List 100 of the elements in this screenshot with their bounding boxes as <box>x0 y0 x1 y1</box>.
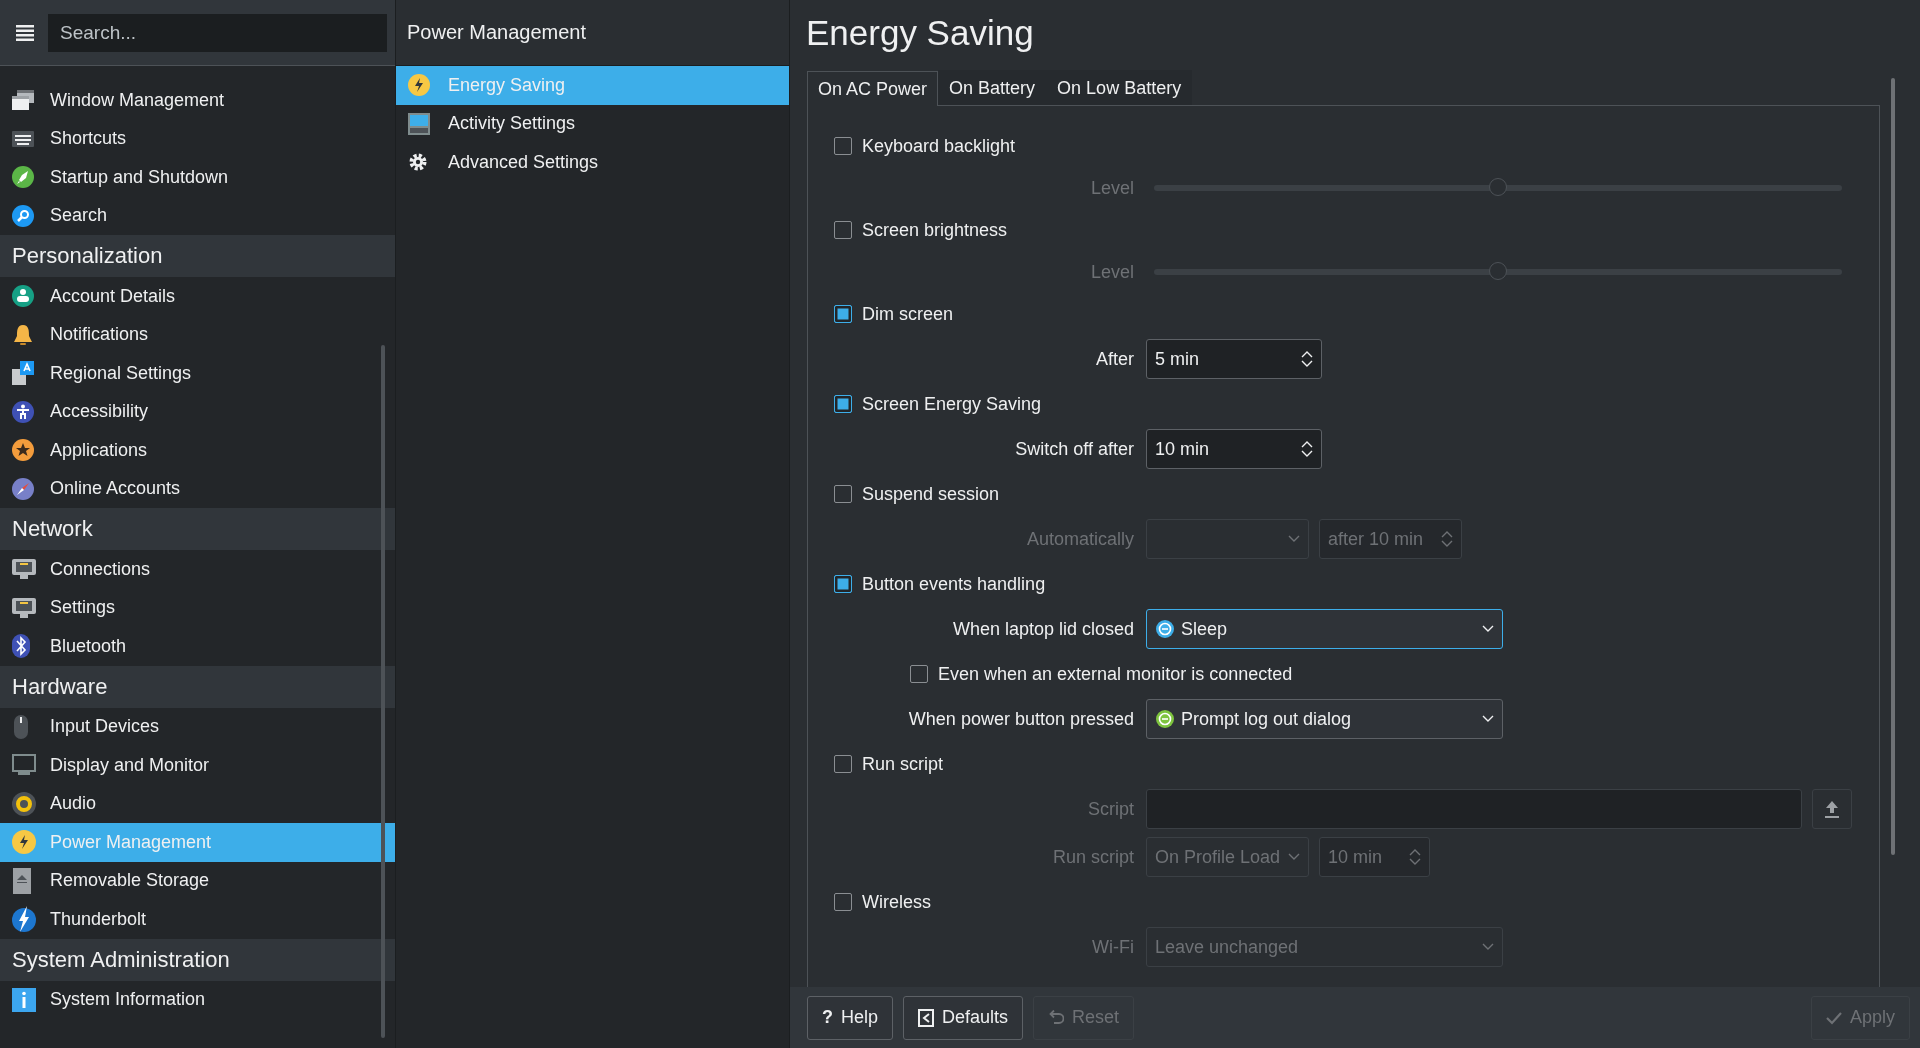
spin-arrows-icon <box>1301 350 1313 368</box>
network-icon <box>12 597 36 618</box>
checkbox[interactable] <box>834 221 852 239</box>
tab[interactable]: On Low Battery <box>1046 70 1193 105</box>
field-label: Level <box>1089 261 1134 283</box>
sidebar-item[interactable]: Thunderbolt <box>0 900 395 939</box>
sidebar-item[interactable]: Notifications <box>0 315 395 354</box>
eject-icon <box>12 867 32 894</box>
rocket-icon <box>12 166 34 189</box>
document-icon <box>12 361 34 386</box>
checkbox-label: Suspend session <box>862 483 1000 505</box>
bolt-icon <box>12 830 36 855</box>
module-item[interactable]: Advanced Settings <box>396 143 789 182</box>
category-header: Network <box>0 508 395 550</box>
lightning-icon <box>12 906 36 933</box>
info-icon <box>12 987 36 1012</box>
field-label: When power button pressed <box>907 708 1134 730</box>
tab[interactable]: On AC Power <box>807 71 939 106</box>
help-icon: ? <box>822 1007 833 1028</box>
sidebar-item[interactable]: Account Details <box>0 277 395 316</box>
checkbox[interactable] <box>834 893 852 911</box>
checkmark-icon <box>1825 1010 1842 1025</box>
chevron-down-icon <box>1288 853 1300 861</box>
gear-icon <box>408 152 428 173</box>
bell-icon <box>12 323 34 346</box>
field-label: Automatically <box>1025 528 1134 550</box>
windows-icon <box>12 89 34 112</box>
checkbox[interactable] <box>834 755 852 773</box>
defaults-icon <box>918 1008 935 1027</box>
module-item[interactable]: Activity Settings <box>396 104 789 143</box>
search-icon <box>12 204 34 227</box>
spin-arrows-icon <box>1301 440 1313 458</box>
checkbox[interactable] <box>834 395 852 413</box>
sidebar-item[interactable]: Connections <box>0 550 395 589</box>
spinbox[interactable]: 5 min <box>1146 339 1322 379</box>
tab[interactable]: On Battery <box>938 70 1047 105</box>
dropdown[interactable]: Sleep <box>1146 609 1503 649</box>
field-label: Script <box>1087 798 1134 820</box>
field-label: Wi-Fi <box>1091 936 1134 958</box>
field-label: Switch off after <box>1014 438 1134 460</box>
sidebar-item[interactable]: Window Management <box>0 81 395 120</box>
sidebar-item[interactable]: Bluetooth <box>0 627 395 666</box>
upload-icon <box>1824 800 1840 818</box>
sidebar-item[interactable]: System Information <box>0 980 395 1019</box>
checkbox-label: Screen brightness <box>862 219 1008 241</box>
checkbox[interactable] <box>834 485 852 503</box>
sidebar-item[interactable]: Shortcuts <box>0 119 395 158</box>
dropdown[interactable]: Prompt log out dialog <box>1146 699 1503 739</box>
category-header: Personalization <box>0 235 395 277</box>
checkbox-label: Button events handling <box>862 573 1046 595</box>
monitor-icon <box>12 754 36 777</box>
field-label: Level <box>1089 177 1134 199</box>
sidebar-item[interactable]: Settings <box>0 588 395 627</box>
spinbox[interactable]: 10 min <box>1146 429 1322 469</box>
field-label: Run script <box>1051 846 1134 868</box>
defaults-button[interactable]: Defaults <box>903 995 1024 1040</box>
checkbox-label: Even when an external monitor is connected <box>938 663 1293 685</box>
search-field[interactable]: Search... <box>48 13 387 52</box>
accessibility-icon <box>12 400 34 423</box>
scrollbar[interactable] <box>1891 78 1895 855</box>
spin-arrows-icon <box>1409 848 1421 866</box>
field-label: When laptop lid closed <box>951 618 1134 640</box>
sidebar-item[interactable]: Online Accounts <box>0 469 395 508</box>
menu-icon[interactable] <box>16 23 34 42</box>
sidebar-item[interactable]: Audio <box>0 784 395 823</box>
sidebar-item[interactable]: Removable Storage <box>0 861 395 900</box>
category-header: Hardware <box>0 665 395 708</box>
sidebar-item[interactable]: Accessibility <box>0 392 395 431</box>
chevron-down-icon <box>1288 535 1300 543</box>
spin-arrows-icon <box>1441 530 1454 548</box>
sidebar-item[interactable]: Display and Monitor <box>0 746 395 785</box>
checkbox-label: Wireless <box>862 891 931 913</box>
sidebar-item[interactable]: Regional Settings <box>0 354 395 393</box>
screen-icon <box>408 112 430 135</box>
category-header: System Administration <box>0 938 395 981</box>
compass-icon <box>12 477 34 500</box>
checkbox[interactable] <box>910 665 928 683</box>
sidebar-item[interactable]: Startup and Shutdown <box>0 158 395 197</box>
chevron-down-icon <box>1482 625 1494 633</box>
chevron-down-icon <box>1482 943 1494 951</box>
chevron-down-icon <box>1482 715 1494 723</box>
checkbox-label: Screen Energy Saving <box>862 393 1042 415</box>
sidebar-item[interactable]: Applications <box>0 431 395 470</box>
audio-icon <box>12 791 36 816</box>
checkbox-label: Dim screen <box>862 303 954 325</box>
checkbox[interactable] <box>834 137 852 155</box>
bolt-icon <box>408 74 430 97</box>
field-label: After <box>1095 348 1134 370</box>
help-button[interactable]: ? Help <box>807 995 894 1040</box>
network-icon <box>12 559 36 580</box>
mouse-icon <box>12 713 30 740</box>
sidebar-item[interactable]: Input Devices <box>0 707 395 746</box>
checkbox[interactable] <box>834 575 852 593</box>
sidebar-item[interactable]: Search <box>0 196 395 235</box>
bluetooth-icon <box>12 634 30 659</box>
checkbox[interactable] <box>834 305 852 323</box>
module-title: Power Management <box>407 21 586 44</box>
checkbox-label: Run script <box>862 753 944 775</box>
page-title: Energy Saving <box>805 12 1035 54</box>
scrollbar[interactable] <box>381 345 385 1038</box>
